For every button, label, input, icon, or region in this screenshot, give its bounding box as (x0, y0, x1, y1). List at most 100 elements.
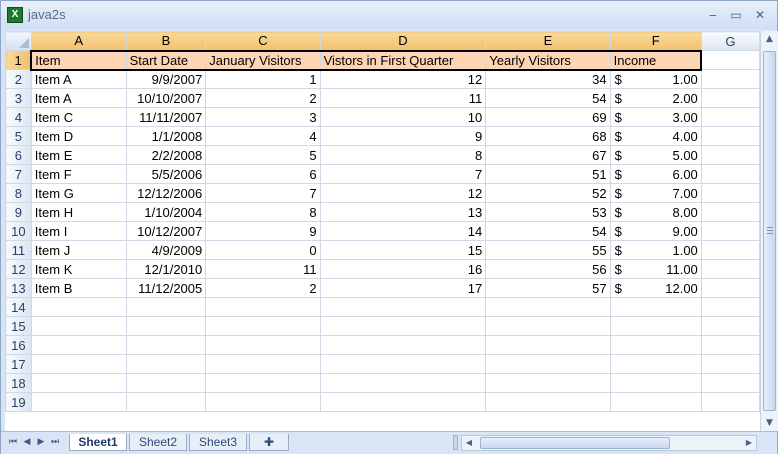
cell[interactable] (125, 354, 207, 374)
cell[interactable] (609, 392, 702, 412)
insert-sheet-icon[interactable]: ✚ (249, 434, 289, 451)
cell[interactable] (125, 373, 207, 393)
cell[interactable] (30, 354, 127, 374)
cell-first-quarter[interactable]: 10 (319, 107, 487, 127)
cell-start-date[interactable]: 5/5/2006 (125, 164, 207, 184)
cell-start-date[interactable]: 10/12/2007 (125, 221, 207, 241)
cell-first-quarter[interactable]: 15 (319, 240, 487, 260)
vertical-scrollbar[interactable]: ▲ ▼ (760, 31, 778, 431)
cell-january-visitors[interactable]: 11 (205, 259, 321, 279)
cell[interactable] (609, 373, 702, 393)
vertical-scroll-thumb[interactable] (763, 51, 776, 411)
cell[interactable] (700, 145, 760, 165)
cell[interactable] (319, 335, 487, 355)
header-cell[interactable]: Item (30, 49, 127, 71)
row-header[interactable]: 19 (5, 392, 32, 412)
cell[interactable] (700, 88, 760, 108)
cell[interactable] (319, 354, 487, 374)
cell[interactable] (205, 297, 321, 317)
cell-item[interactable]: Item J (30, 240, 127, 260)
cell-start-date[interactable]: 2/2/2008 (125, 145, 207, 165)
cell-start-date[interactable]: 11/12/2005 (125, 278, 207, 298)
cell-yearly-visitors[interactable]: 53 (485, 202, 611, 222)
cell-yearly-visitors[interactable]: 67 (485, 145, 611, 165)
cell-income[interactable]: $1.00 (609, 69, 702, 89)
cell-first-quarter[interactable]: 16 (319, 259, 487, 279)
column-header-g[interactable]: G (700, 31, 760, 51)
cell-yearly-visitors[interactable]: 69 (485, 107, 611, 127)
cell-item[interactable]: Item A (30, 69, 127, 89)
cell[interactable] (609, 297, 702, 317)
cell-january-visitors[interactable]: 4 (205, 126, 321, 146)
column-header-c[interactable]: C (205, 31, 321, 51)
tab-sheet2[interactable]: Sheet2 (129, 434, 187, 451)
horizontal-scroll-thumb[interactable] (480, 437, 670, 449)
cell[interactable] (485, 297, 611, 317)
cell-item[interactable]: Item H (30, 202, 127, 222)
row-header[interactable]: 12 (5, 259, 32, 279)
cell-start-date[interactable]: 12/12/2006 (125, 183, 207, 203)
cell[interactable] (700, 335, 760, 355)
row-header[interactable]: 6 (5, 145, 32, 165)
cell[interactable] (609, 316, 702, 336)
select-all-corner[interactable] (5, 31, 32, 51)
cell[interactable] (700, 183, 760, 203)
minimize-icon[interactable]: ‒ (704, 7, 722, 23)
cell-item[interactable]: Item D (30, 126, 127, 146)
cell-january-visitors[interactable]: 8 (205, 202, 321, 222)
scroll-up-icon[interactable]: ▲ (761, 31, 778, 47)
cell-item[interactable]: Item I (30, 221, 127, 241)
cell-income[interactable]: $2.00 (609, 88, 702, 108)
cell-start-date[interactable]: 12/1/2010 (125, 259, 207, 279)
cell[interactable] (125, 316, 207, 336)
row-header[interactable]: 1 (5, 50, 32, 70)
cell-yearly-visitors[interactable]: 68 (485, 126, 611, 146)
horizontal-scrollbar[interactable]: ◀ ▶ (461, 435, 757, 451)
cell[interactable] (700, 126, 760, 146)
cell-first-quarter[interactable]: 9 (319, 126, 487, 146)
cell[interactable] (205, 392, 321, 412)
cell[interactable] (700, 354, 760, 374)
cell-income[interactable]: $1.00 (609, 240, 702, 260)
cell[interactable] (700, 259, 760, 279)
cell-yearly-visitors[interactable]: 34 (485, 69, 611, 89)
cell[interactable] (205, 373, 321, 393)
cell-first-quarter[interactable]: 8 (319, 145, 487, 165)
cell[interactable] (205, 335, 321, 355)
row-header[interactable]: 17 (5, 354, 32, 374)
cell[interactable] (609, 335, 702, 355)
column-header-f[interactable]: F (609, 31, 702, 51)
cell-yearly-visitors[interactable]: 57 (485, 278, 611, 298)
cell[interactable] (125, 297, 207, 317)
cell-start-date[interactable]: 1/1/2008 (125, 126, 207, 146)
cell[interactable] (30, 335, 127, 355)
cell-january-visitors[interactable]: 6 (205, 164, 321, 184)
cell-item[interactable]: Item F (30, 164, 127, 184)
cell-item[interactable]: Item B (30, 278, 127, 298)
cell-yearly-visitors[interactable]: 54 (485, 221, 611, 241)
cell-january-visitors[interactable]: 2 (205, 88, 321, 108)
cell-item[interactable]: Item E (30, 145, 127, 165)
column-header-d[interactable]: D (319, 31, 487, 51)
cell-january-visitors[interactable]: 0 (205, 240, 321, 260)
row-header[interactable]: 9 (5, 202, 32, 222)
cell[interactable] (30, 373, 127, 393)
cell-income[interactable]: $6.00 (609, 164, 702, 184)
cell-start-date[interactable]: 10/10/2007 (125, 88, 207, 108)
row-header[interactable]: 5 (5, 126, 32, 146)
row-header[interactable]: 13 (5, 278, 32, 298)
cell-january-visitors[interactable]: 9 (205, 221, 321, 241)
row-header[interactable]: 11 (5, 240, 32, 260)
header-cell[interactable]: Income (609, 49, 703, 71)
cell-income[interactable]: $12.00 (609, 278, 702, 298)
cell[interactable] (485, 392, 611, 412)
cell[interactable] (319, 316, 487, 336)
cell[interactable] (700, 392, 760, 412)
cell-item[interactable]: Item K (30, 259, 127, 279)
cell-item[interactable]: Item C (30, 107, 127, 127)
cell-january-visitors[interactable]: 3 (205, 107, 321, 127)
cell[interactable] (205, 354, 321, 374)
cell-january-visitors[interactable]: 5 (205, 145, 321, 165)
cell[interactable] (319, 297, 487, 317)
cell[interactable] (485, 354, 611, 374)
